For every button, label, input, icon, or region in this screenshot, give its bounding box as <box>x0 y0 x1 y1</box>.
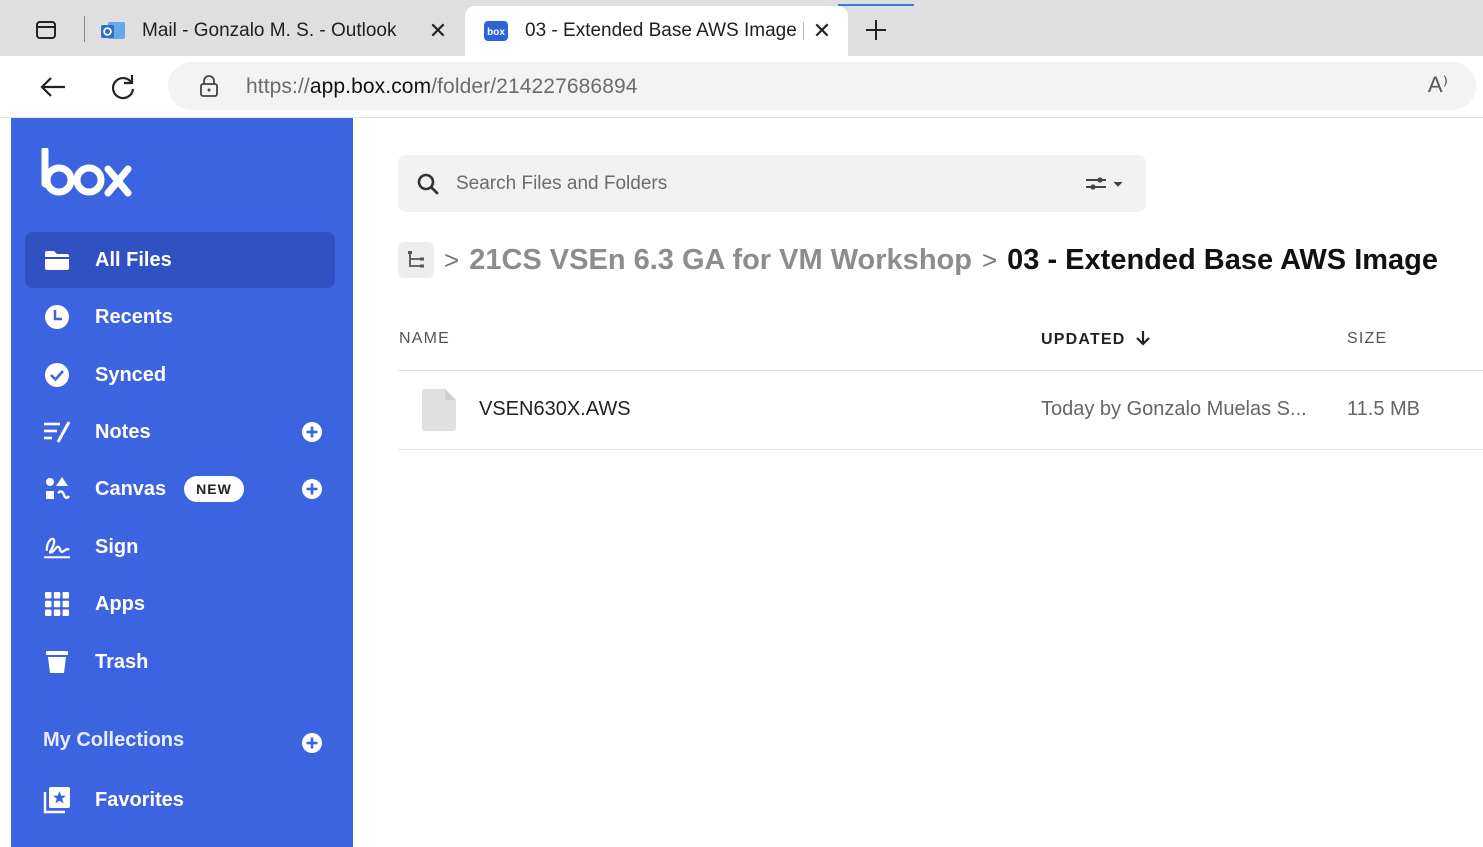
column-header-updated[interactable]: UPDATED <box>1041 330 1151 349</box>
tab-outlook[interactable]: Mail - Gonzalo M. S. - Outlook ✕ <box>92 6 464 56</box>
file-name-link[interactable]: VSEN630X.AWS <box>479 398 631 421</box>
box-logo[interactable] <box>41 146 133 203</box>
sidebar-item-label: All Files <box>95 248 172 271</box>
grid-icon <box>43 590 71 618</box>
breadcrumb-separator: > <box>981 244 998 275</box>
breadcrumb-parent[interactable]: 21CS VSEn 6.3 GA for VM Workshop <box>469 244 972 277</box>
tab-title: 03 - Extended Base AWS Image | <box>525 20 804 41</box>
trash-icon <box>43 648 71 676</box>
sidebar-item-synced[interactable]: Synced <box>25 347 335 403</box>
column-header-label: UPDATED <box>1041 331 1126 348</box>
refresh-icon[interactable] <box>106 70 140 104</box>
address-bar: https://app.box.com/folder/214227686894 … <box>0 56 1483 118</box>
tab-actions-icon[interactable] <box>30 14 62 46</box>
new-badge: NEW <box>184 476 244 502</box>
add-canvas-plus-icon[interactable] <box>301 478 323 500</box>
add-collection-plus-icon[interactable] <box>301 732 323 754</box>
search-input[interactable] <box>456 155 1056 212</box>
row-divider <box>398 449 1483 450</box>
sidebar: All Files Recents Synced Notes Canvas NE… <box>11 118 353 847</box>
sidebar-item-label: Favorites <box>95 788 184 811</box>
url-field[interactable]: https://app.box.com/folder/214227686894 … <box>168 62 1476 110</box>
sidebar-item-all-files[interactable]: All Files <box>25 232 335 288</box>
sidebar-item-label: Canvas <box>95 477 167 500</box>
add-note-plus-icon[interactable] <box>301 421 323 443</box>
clock-icon <box>43 303 71 331</box>
tab-separator <box>84 16 85 42</box>
browser-tab-bar: Mail - Gonzalo M. S. - Outlook ✕ box 03 … <box>0 0 1483 56</box>
sidebar-item-favorites[interactable]: Favorites <box>25 772 335 828</box>
filter-options-icon[interactable] <box>1084 173 1128 195</box>
close-icon[interactable]: ✕ <box>426 18 450 43</box>
tab-box-folder[interactable]: box 03 - Extended Base AWS Image | ✕ <box>465 6 848 56</box>
sidebar-item-canvas[interactable]: Canvas NEW <box>25 461 335 517</box>
search-icon[interactable] <box>416 172 440 196</box>
svg-text:box: box <box>487 27 505 38</box>
url-path: /folder/214227686894 <box>431 75 638 98</box>
tab-loading-indicator <box>838 4 914 6</box>
lock-icon[interactable] <box>198 74 220 98</box>
column-header-name[interactable]: NAME <box>399 330 450 348</box>
sidebar-item-recents[interactable]: Recents <box>25 289 335 345</box>
favorites-star-icon <box>43 786 71 814</box>
tab-title: Mail - Gonzalo M. S. - Outlook <box>142 20 397 41</box>
url-host: app.box.com <box>309 75 432 98</box>
sidebar-item-sign[interactable]: Sign <box>25 519 335 575</box>
sidebar-item-label: Sign <box>95 535 139 558</box>
sidebar-item-label: Trash <box>95 650 149 673</box>
new-tab-plus-icon[interactable] <box>860 14 892 46</box>
folder-tree-icon[interactable] <box>398 242 434 278</box>
signature-icon <box>43 533 71 561</box>
table-row[interactable]: VSEN630X.AWS Today by Gonzalo Muelas S..… <box>398 371 1483 449</box>
search-box <box>398 155 1146 212</box>
url-text: https://app.box.com/folder/214227686894 <box>246 75 638 99</box>
file-updated-text: Today by Gonzalo Muelas S... <box>1041 398 1307 420</box>
sidebar-item-apps[interactable]: Apps <box>25 576 335 632</box>
notes-icon <box>43 418 71 446</box>
my-collections-title: My Collections <box>43 729 185 751</box>
canvas-icon <box>43 475 71 503</box>
breadcrumb: > 21CS VSEn 6.3 GA for VM Workshop > 03 … <box>398 240 1438 280</box>
sidebar-item-label: Recents <box>95 305 173 328</box>
file-icon <box>422 389 456 431</box>
sidebar-item-label: Apps <box>95 592 145 615</box>
url-scheme: https:// <box>246 75 310 98</box>
page-title: 03 - Extended Base AWS Image <box>1007 243 1439 276</box>
close-icon[interactable]: ✕ <box>810 18 834 43</box>
breadcrumb-separator: > <box>444 244 460 275</box>
check-circle-icon <box>43 361 71 389</box>
sidebar-item-trash[interactable]: Trash <box>25 634 335 690</box>
read-aloud-icon[interactable]: A⁾ <box>1428 72 1448 98</box>
sidebar-item-notes[interactable]: Notes <box>25 404 335 460</box>
sidebar-item-label: Notes <box>95 420 151 443</box>
file-size-text: 11.5 MB <box>1347 398 1420 420</box>
sort-down-arrow-icon <box>1136 331 1150 346</box>
column-header-size[interactable]: SIZE <box>1347 330 1387 348</box>
back-arrow-icon[interactable] <box>36 70 70 104</box>
folder-icon <box>43 246 71 274</box>
sidebar-item-label: Synced <box>95 363 167 386</box>
outlook-icon <box>100 20 126 42</box>
box-favicon: box <box>483 20 509 42</box>
